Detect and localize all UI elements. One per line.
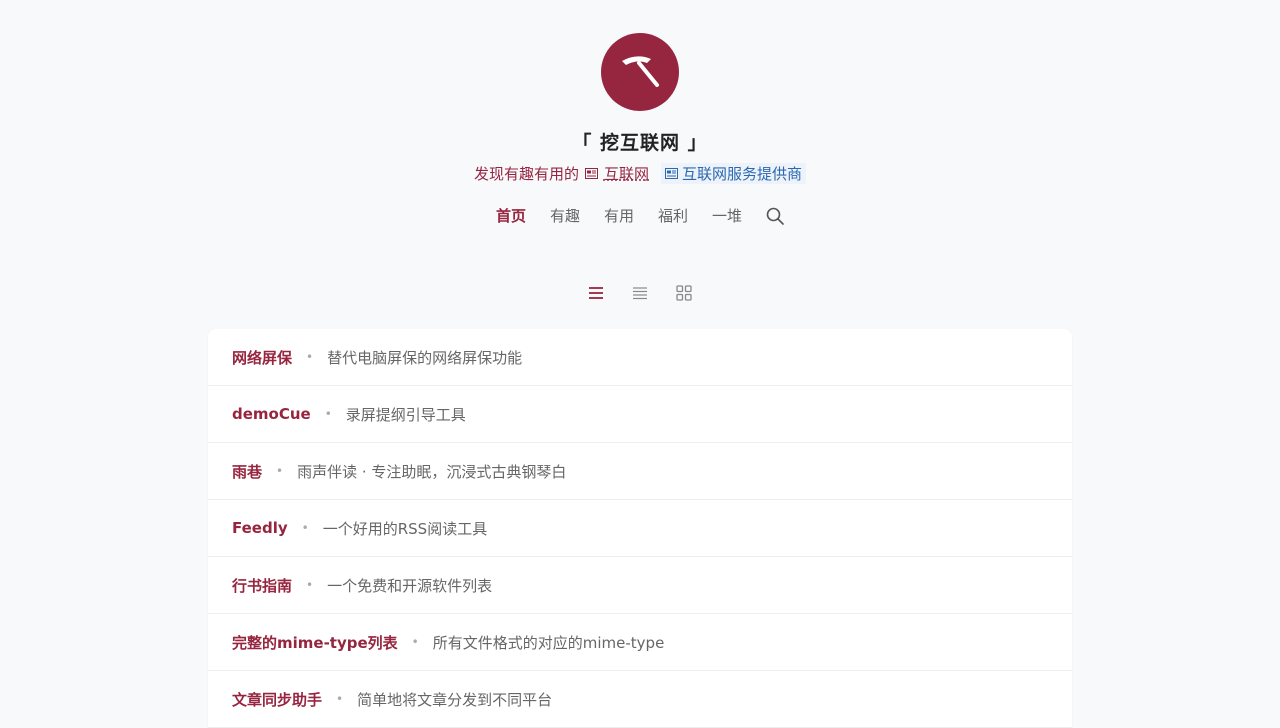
site-title: 「 挖互联网 」 — [572, 132, 708, 154]
nav-item-pile[interactable]: 一堆 — [712, 205, 742, 226]
list-item[interactable]: 文章同步助手 • 简单地将文章分发到不同平台 — [208, 671, 1072, 728]
nav-item-welfare[interactable]: 福利 — [658, 205, 688, 226]
provider-label: 互联网服务提供商 — [682, 165, 803, 183]
provider-link[interactable]: 互联网服务提供商 — [661, 163, 807, 184]
item-desc: 一个好用的RSS阅读工具 — [322, 519, 488, 538]
site-subtitle: 发现有趣有用的 互联网 互联网服务提供商 — [473, 163, 807, 184]
item-name[interactable]: Feedly — [232, 519, 288, 537]
item-desc: 一个免费和开源软件列表 — [327, 576, 493, 595]
compact-list-icon[interactable] — [630, 283, 650, 303]
nav-item-useful[interactable]: 有用 — [604, 205, 634, 226]
item-name[interactable]: 文章同步助手 — [232, 689, 322, 710]
subtitle-prefix: 发现有趣有用的 — [473, 165, 579, 183]
list-item[interactable]: 雨巷 • 雨声伴读 · 专注助眠，沉浸式古典钢琴白 — [208, 443, 1072, 500]
site-header: 「 挖互联网 」 发现有趣有用的 互联网 互联网服务提供商 首页 有趣 有用 福… — [0, 0, 1280, 303]
item-name[interactable]: 完整的mime-type列表 — [232, 632, 398, 653]
newspaper-icon — [665, 168, 678, 179]
list-item[interactable]: demoCue • 录屏提纲引导工具 — [208, 386, 1072, 443]
item-name[interactable]: demoCue — [232, 405, 311, 423]
item-desc: 替代电脑屏保的网络屏保功能 — [327, 348, 523, 367]
item-name[interactable]: 雨巷 — [232, 461, 262, 482]
list-item[interactable]: 行书指南 • 一个免费和开源软件列表 — [208, 557, 1072, 614]
pickaxe-icon[interactable] — [601, 33, 679, 111]
search-icon[interactable] — [766, 207, 784, 225]
nav-item-home[interactable]: 首页 — [496, 205, 526, 226]
separator-dot: • — [336, 692, 344, 706]
list-view-icon[interactable] — [586, 283, 606, 303]
newspaper-icon — [584, 168, 598, 179]
separator-dot: • — [411, 635, 419, 649]
list-item[interactable]: 网络屏保 • 替代电脑屏保的网络屏保功能 — [208, 329, 1072, 386]
separator-dot: • — [306, 350, 314, 364]
site-list: 网络屏保 • 替代电脑屏保的网络屏保功能 demoCue • 录屏提纲引导工具 … — [208, 329, 1072, 728]
item-name[interactable]: 行书指南 — [232, 575, 292, 596]
main-nav: 首页 有趣 有用 福利 一堆 — [496, 205, 784, 226]
item-desc: 简单地将文章分发到不同平台 — [357, 690, 553, 709]
list-item[interactable]: 完整的mime-type列表 • 所有文件格式的对应的mime-type — [208, 614, 1072, 671]
item-name[interactable]: 网络屏保 — [232, 347, 292, 368]
item-desc: 所有文件格式的对应的mime-type — [432, 633, 665, 652]
separator-dot: • — [276, 464, 284, 478]
separator-dot: • — [301, 521, 309, 535]
subtitle-highlight[interactable]: 互联网 — [604, 163, 649, 184]
nav-item-fun[interactable]: 有趣 — [550, 205, 580, 226]
list-item[interactable]: Feedly • 一个好用的RSS阅读工具 — [208, 500, 1072, 557]
grid-view-icon[interactable] — [674, 283, 694, 303]
separator-dot: • — [306, 578, 314, 592]
item-desc: 录屏提纲引导工具 — [345, 405, 466, 424]
item-desc: 雨声伴读 · 专注助眠，沉浸式古典钢琴白 — [297, 462, 567, 481]
view-toggle — [586, 283, 694, 303]
separator-dot: • — [324, 407, 332, 421]
